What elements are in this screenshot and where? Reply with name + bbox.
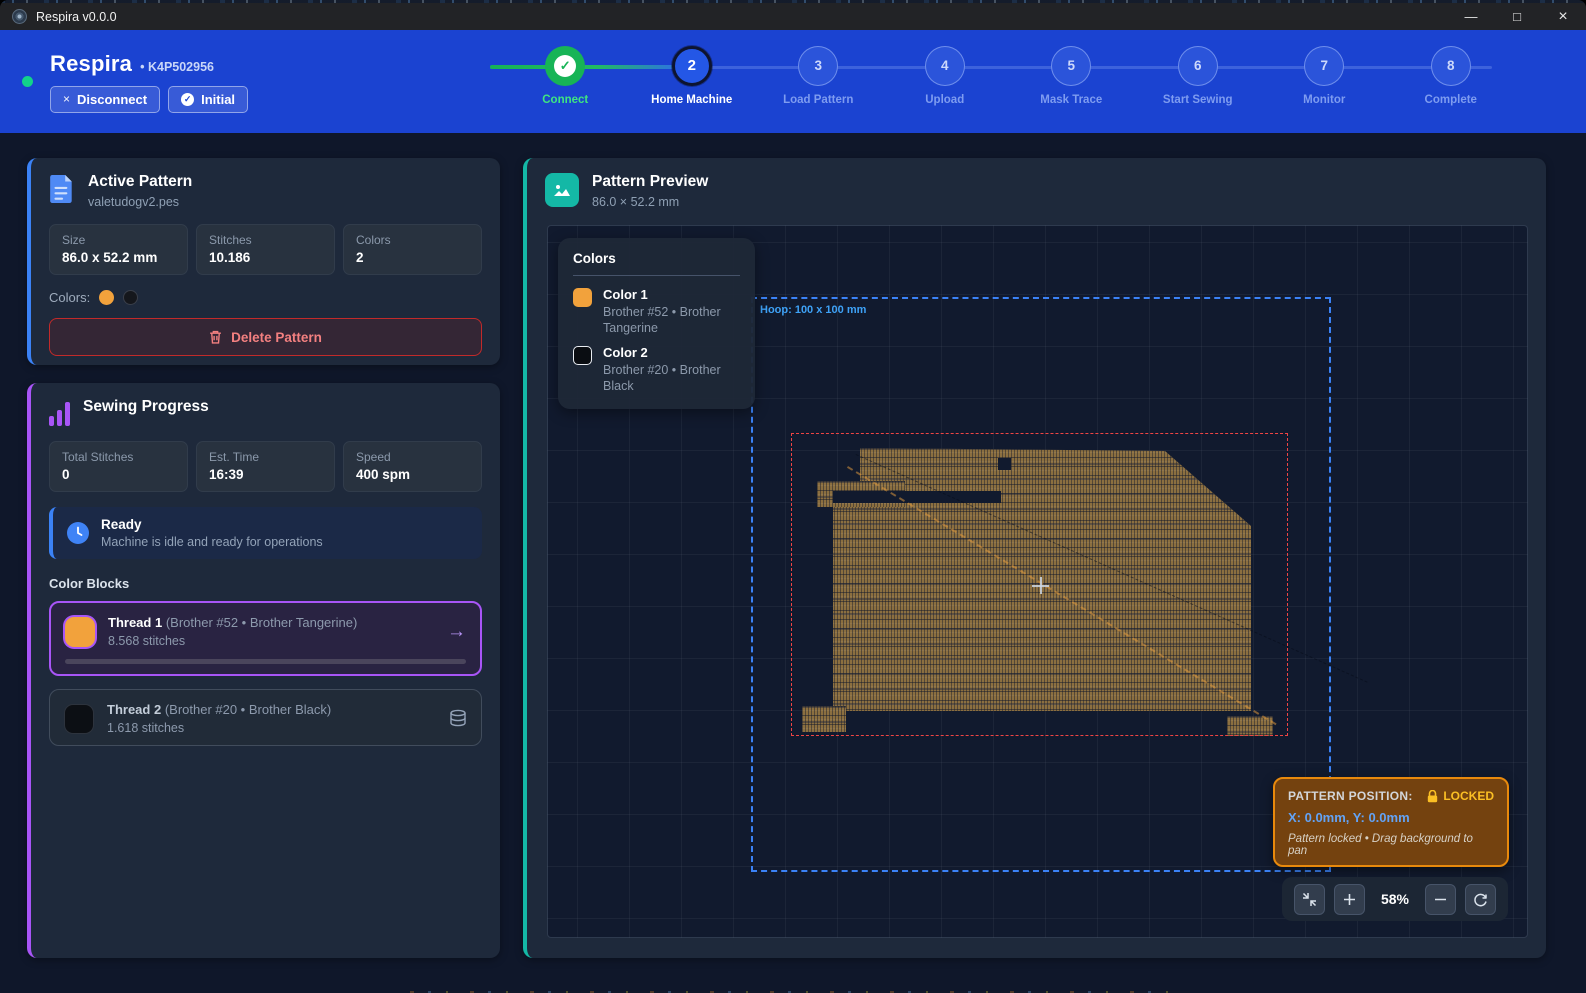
pan-hint: Pattern locked • Drag background to pan — [1288, 833, 1494, 857]
thread-1-swatch — [65, 617, 95, 647]
preview-canvas[interactable]: Hoop: 100 x 100 mm Colors — [547, 225, 1528, 938]
pattern-filename: valetudogv2.pes — [88, 195, 192, 209]
app-window: Respira v0.0.0 — □ × Respira • K4P502956… — [0, 0, 1586, 993]
workflow-stepper: ✓ Connect 2 Home Machine 3 Load Pattern … — [502, 46, 1514, 118]
sewing-progress-title: Sewing Progress — [83, 398, 209, 416]
minus-icon — [1434, 893, 1447, 906]
zoom-toolbar: 58% — [1282, 877, 1508, 921]
lock-icon — [1427, 790, 1438, 803]
stat-speed: Speed 400 spm — [343, 441, 482, 492]
app-logo-icon — [12, 9, 27, 24]
active-pattern-title: Active Pattern — [88, 173, 192, 191]
status-description: Machine is idle and ready for operations — [101, 535, 323, 549]
legend-swatch-orange — [573, 288, 592, 307]
stat-total-stitches: Total Stitches 0 — [49, 441, 188, 492]
pattern-preview-title: Pattern Preview — [592, 173, 708, 191]
initial-button[interactable]: ✓ Initial — [168, 86, 248, 113]
pattern-coordinates: X: 0.0mm, Y: 0.0mm — [1288, 810, 1494, 825]
titlebar: Respira v0.0.0 — □ × — [0, 3, 1586, 30]
zoom-in-button[interactable] — [1334, 884, 1365, 915]
machine-status-banner: Ready Machine is idle and ready for oper… — [49, 507, 482, 559]
stat-colors: Colors 2 — [343, 224, 482, 275]
disconnect-button[interactable]: × Disconnect — [50, 86, 160, 113]
colors-legend: Colors Color 1 Brother #52 • Brother Tan… — [558, 238, 755, 409]
legend-color-1: Color 1 Brother #52 • Brother Tangerine — [573, 287, 740, 336]
locked-badge: LOCKED — [1443, 789, 1494, 803]
active-pattern-card: Active Pattern valetudogv2.pes Size 86.0… — [27, 158, 500, 365]
pattern-dimensions: 86.0 × 52.2 mm — [592, 195, 708, 209]
bar-chart-icon — [49, 400, 70, 426]
step-upload[interactable]: 4 Upload — [882, 46, 1009, 118]
thread-1-stitches: 8.568 stitches — [108, 634, 434, 648]
refresh-icon — [1473, 892, 1488, 907]
thread-1-progress-bar — [65, 659, 466, 664]
fit-icon — [1302, 892, 1317, 907]
legend-color-2: Color 2 Brother #20 • Brother Black — [573, 345, 740, 394]
step-monitor[interactable]: 7 Monitor — [1261, 46, 1388, 118]
thread-1-block[interactable]: Thread 1 (Brother #52 • Brother Tangerin… — [49, 601, 482, 676]
image-icon — [545, 173, 579, 207]
step-start-sewing[interactable]: 6 Start Sewing — [1135, 46, 1262, 118]
close-x-icon: × — [63, 92, 70, 106]
legend-swatch-black — [573, 346, 592, 365]
maximize-button[interactable]: □ — [1494, 3, 1540, 30]
color-swatch-black — [123, 290, 138, 305]
thread-2-block[interactable]: Thread 2 (Brother #20 • Brother Black) 1… — [49, 689, 482, 746]
connection-status-dot — [22, 76, 33, 87]
step-home-machine[interactable]: 2 Home Machine — [629, 46, 756, 118]
machine-serial: • K4P502956 — [140, 60, 214, 74]
check-icon: ✓ — [554, 55, 576, 77]
sewing-progress-card: Sewing Progress Total Stitches 0 Est. Ti… — [27, 383, 500, 958]
hoop-size-label: Hoop: 100 x 100 mm — [760, 304, 866, 316]
fit-to-screen-button[interactable] — [1294, 884, 1325, 915]
window-title: Respira v0.0.0 — [36, 10, 117, 24]
stat-size: Size 86.0 x 52.2 mm — [49, 224, 188, 275]
color-swatch-orange — [99, 290, 114, 305]
clock-icon — [67, 522, 89, 544]
step-complete[interactable]: 8 Complete — [1388, 46, 1515, 118]
trash-icon — [209, 330, 222, 344]
pattern-colors-row: Colors: — [49, 290, 482, 305]
stat-stitches: Stitches 10.186 — [196, 224, 335, 275]
thread-2-swatch — [64, 704, 94, 734]
zoom-level: 58% — [1374, 891, 1416, 907]
pattern-preview-card: Pattern Preview 86.0 × 52.2 mm Hoop: 100… — [523, 158, 1546, 958]
step-load-pattern[interactable]: 3 Load Pattern — [755, 46, 882, 118]
arrow-right-icon: → — [447, 621, 466, 643]
stat-est-time: Est. Time 16:39 — [196, 441, 335, 492]
plus-icon — [1343, 893, 1356, 906]
app-header: Respira • K4P502956 × Disconnect ✓ Initi… — [0, 30, 1586, 133]
thread-2-stitches: 1.618 stitches — [107, 721, 436, 735]
document-icon — [49, 175, 75, 203]
brand-zone: Respira • K4P502956 × Disconnect ✓ Initi… — [22, 51, 248, 113]
color-blocks-label: Color Blocks — [49, 576, 482, 591]
step-connect[interactable]: ✓ Connect — [502, 46, 629, 118]
step-mask-trace[interactable]: 5 Mask Trace — [1008, 46, 1135, 118]
reset-view-button[interactable] — [1465, 884, 1496, 915]
brand-title: Respira — [50, 51, 132, 77]
zoom-out-button[interactable] — [1425, 884, 1456, 915]
layers-icon — [449, 709, 467, 728]
minimize-button[interactable]: — — [1448, 3, 1494, 30]
window-controls: — □ × — [1448, 3, 1586, 30]
close-button[interactable]: × — [1540, 3, 1586, 30]
status-title: Ready — [101, 517, 323, 532]
check-circle-icon: ✓ — [181, 93, 194, 106]
pattern-position-overlay: PATTERN POSITION: LOCKED X: 0.0mm, Y: 0.… — [1273, 777, 1509, 867]
delete-pattern-button[interactable]: Delete Pattern — [49, 318, 482, 356]
center-crosshair-icon — [1032, 577, 1049, 594]
